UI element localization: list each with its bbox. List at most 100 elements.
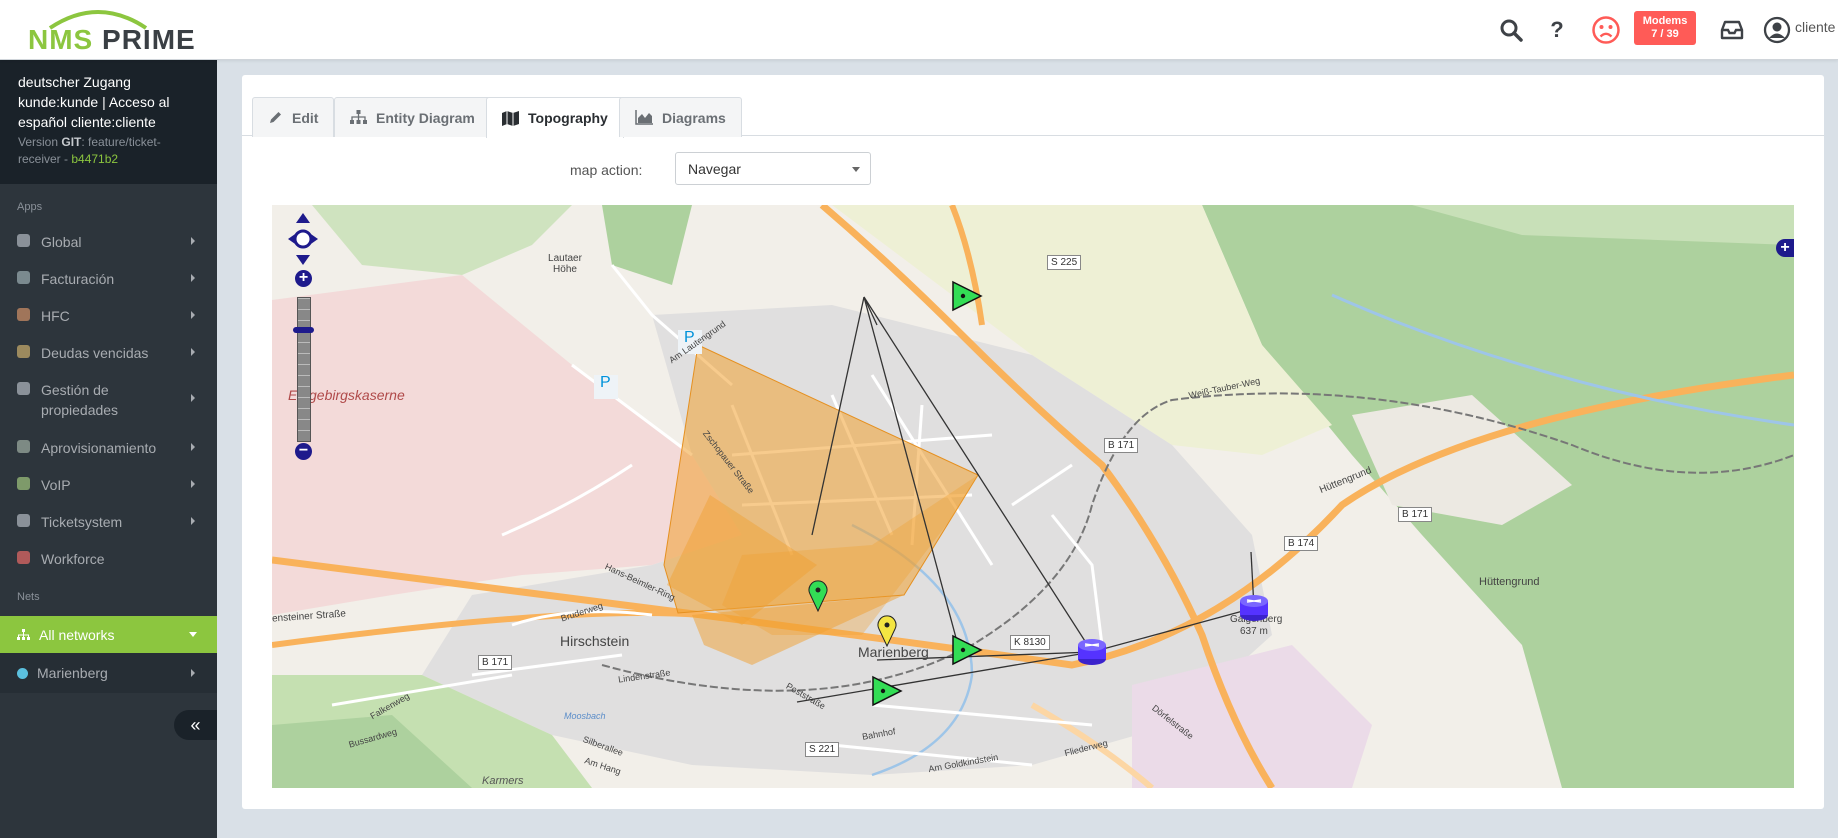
chevron-right-icon — [191, 517, 195, 525]
git-hash: b4471b2 — [71, 152, 119, 166]
road-shield-k8130: K 8130 — [1010, 635, 1050, 650]
voip-icon — [17, 477, 30, 490]
all-networks-label: All networks — [39, 626, 115, 643]
provisioning-icon — [17, 440, 30, 453]
sidebar-item-label: HFC — [41, 308, 70, 324]
modems-count: 7 / 39 — [1651, 28, 1679, 40]
globe-icon — [17, 234, 30, 247]
sidebar-collapse-button[interactable]: « — [174, 710, 217, 740]
sidebar-item-label: Deudas vencidas — [41, 345, 149, 361]
sidebar-item-label: Gestión de propiedades — [41, 382, 119, 418]
nms-prime-logo[interactable]: NMS PRIME — [28, 2, 200, 58]
tab-topography-label: Topography — [528, 110, 608, 126]
sidebar-item-deudas-vencidas[interactable]: Deudas vencidas — [0, 333, 217, 370]
parking-icon: P — [600, 374, 611, 391]
road-shield-s225: S 225 — [1047, 255, 1082, 270]
inbox-icon[interactable] — [1718, 10, 1746, 50]
billing-icon — [17, 271, 30, 284]
map-pin-green-icon[interactable] — [808, 580, 828, 612]
ticket-icon — [17, 514, 30, 527]
sidebar-item-gesti-n-de-propiedades[interactable]: Gestión de propiedades — [0, 370, 217, 428]
logo-prime-text: PRIME — [102, 24, 196, 55]
apps-heading: Apps — [17, 201, 43, 213]
sitemap-icon — [17, 628, 30, 640]
sidebar-item-global[interactable]: Global — [0, 222, 217, 259]
pan-arrows-icon[interactable] — [288, 213, 318, 265]
modems-label: Modems — [1642, 15, 1688, 27]
chevron-down-icon — [189, 632, 197, 637]
tab-topography[interactable]: Topography — [486, 97, 624, 138]
road-shield-b171: B 171 — [1104, 438, 1139, 453]
logo-nms-text: NMS — [28, 24, 94, 55]
road-shield-b171: B 171 — [1398, 507, 1433, 522]
user-name[interactable]: cliente — [1795, 19, 1835, 35]
map-action-select[interactable]: Navegar — [675, 152, 871, 185]
sidebar-profile: deutscher Zugang kunde:kunde | Acceso al… — [0, 60, 217, 184]
map-icon — [502, 110, 519, 126]
sidebar-item-label: Aprovisionamiento — [41, 440, 157, 456]
sidebar-item-facturaci-n[interactable]: Facturación — [0, 259, 217, 296]
sidebar-item-ticketsystem[interactable]: Ticketsystem — [0, 502, 217, 539]
zoom-bar[interactable] — [297, 297, 311, 442]
road-shield-b171: B 171 — [478, 655, 513, 670]
chevron-right-icon — [191, 669, 195, 677]
net-label: Marienberg — [37, 665, 108, 681]
apps-list: Global Facturación HFC Deudas vencidas Gesti… — [0, 222, 217, 576]
map-label-lautaer-hohe: Lautaer Höhe — [548, 253, 582, 275]
tab-entity-diagram[interactable]: Entity Diagram — [334, 97, 491, 137]
sidebar-item-all-networks[interactable]: All networks — [0, 616, 217, 653]
sitemap-icon — [350, 110, 367, 124]
hfc-icon — [17, 308, 30, 321]
sidebar-item-label: VoIP — [41, 477, 71, 493]
chevron-right-icon — [191, 311, 195, 319]
road-shield-b174: B 174 — [1284, 536, 1319, 551]
sidebar-item-aprovisionamiento[interactable]: Aprovisionamiento — [0, 428, 217, 465]
amplifier-triangle-icon[interactable] — [950, 633, 984, 667]
amplifier-triangle-icon[interactable] — [870, 674, 904, 708]
sidebar-item-workforce[interactable]: Workforce — [0, 539, 217, 576]
map-label-hirschstein: Hirschstein — [560, 633, 630, 649]
zoom-in-button[interactable]: + — [295, 270, 312, 287]
map-label-huttengrund: Hüttengrund — [1479, 576, 1540, 588]
workforce-icon — [17, 551, 30, 564]
version-prefix: Version — [18, 135, 59, 149]
map-label-karmers: Karmers — [482, 775, 524, 787]
modems-status-badge[interactable]: Modems 7 / 39 — [1634, 11, 1696, 45]
sidebar-item-label: Facturación — [41, 271, 115, 287]
tab-diagrams-label: Diagrams — [662, 109, 726, 126]
search-icon[interactable] — [1496, 10, 1526, 50]
map-base-layer — [272, 205, 1794, 788]
profile-line-1[interactable]: deutscher Zugang — [18, 72, 199, 92]
chevron-right-icon — [191, 480, 195, 488]
sidebar-item-voip[interactable]: VoIP — [0, 465, 217, 502]
chevron-right-icon — [191, 237, 195, 245]
tab-edit[interactable]: Edit — [252, 97, 335, 137]
map-pin-yellow-icon[interactable] — [877, 615, 897, 647]
node-router-icon[interactable] — [1238, 593, 1270, 623]
sad-face-icon[interactable] — [1590, 10, 1622, 50]
tab-edit-label: Edit — [292, 109, 319, 126]
amplifier-triangle-icon[interactable] — [950, 279, 984, 313]
profile-line-3[interactable]: español cliente:cliente — [18, 112, 199, 132]
node-router-icon[interactable] — [1076, 637, 1108, 667]
chevron-right-icon — [191, 348, 195, 356]
zoom-slider-handle[interactable] — [293, 327, 314, 333]
map-label-galgenberg-elevation: 637 m — [1240, 626, 1268, 637]
sidebar-item-marienberg[interactable]: Marienberg — [0, 653, 217, 693]
profile-line-2[interactable]: kunde:kunde | Acceso al — [18, 92, 199, 112]
sidebar-item-label: Ticketsystem — [41, 514, 123, 530]
chevron-down-icon — [852, 167, 860, 172]
zoom-out-button[interactable]: − — [295, 443, 312, 460]
tab-diagrams[interactable]: Diagrams — [619, 97, 742, 137]
user-circle-icon[interactable] — [1762, 10, 1792, 50]
version-info: Version GIT: feature/ticket-receiver - b… — [18, 134, 199, 168]
help-icon[interactable]: ? — [1544, 10, 1570, 50]
git-label: GIT — [61, 135, 82, 149]
chevron-right-icon — [191, 274, 195, 282]
nets-heading: Nets — [17, 591, 40, 603]
chevron-right-icon — [191, 394, 195, 402]
layer-switcher-button[interactable]: + — [1776, 239, 1794, 257]
top-header: NMS PRIME ? Modems 7 / 39 cliente — [0, 0, 1838, 60]
topography-map[interactable]: Erzgebirgskaserne Lautaer Höhe Hirschste… — [272, 205, 1794, 788]
sidebar-item-hfc[interactable]: HFC — [0, 296, 217, 333]
